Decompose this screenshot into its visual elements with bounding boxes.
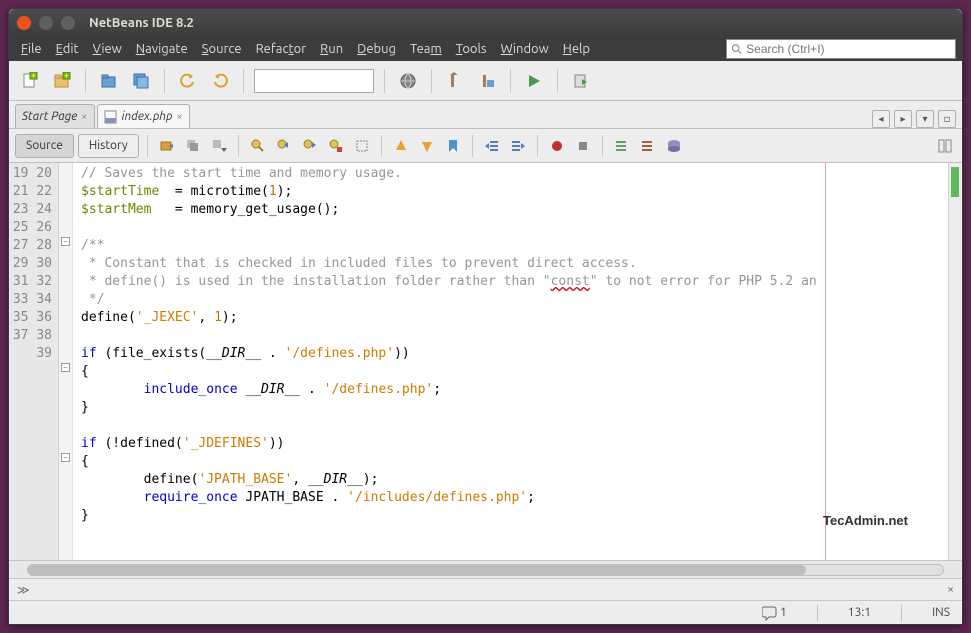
menu-debug[interactable]: Debug <box>351 40 402 58</box>
close-icon[interactable] <box>17 16 31 30</box>
prev-bookmark-button[interactable] <box>390 135 412 157</box>
code-editor[interactable]: // Saves the start time and memory usage… <box>73 163 948 560</box>
scrollbar-thumb[interactable] <box>28 565 806 575</box>
undo-button[interactable] <box>175 68 201 94</box>
toggle-bookmark-button[interactable] <box>442 135 464 157</box>
search-icon <box>731 43 742 55</box>
tab-start-page[interactable]: Start Page × <box>15 104 95 128</box>
tab-list-button[interactable]: ▾ <box>916 110 934 128</box>
svg-text:+: + <box>64 72 69 80</box>
macro-record-button[interactable] <box>546 135 568 157</box>
next-bookmark-button[interactable] <box>416 135 438 157</box>
menu-view[interactable]: View <box>87 40 128 58</box>
new-project-button[interactable]: + <box>49 68 75 94</box>
fold-toggle-icon[interactable]: − <box>61 453 70 462</box>
new-file-button[interactable]: + <box>17 68 43 94</box>
macro-stop-button[interactable] <box>572 135 594 157</box>
tab-nav: ◂ ▸ ▾ ▫ <box>872 110 956 128</box>
uncomment-button[interactable] <box>637 135 659 157</box>
menu-file[interactable]: File <box>15 40 48 58</box>
margin-line <box>825 163 826 560</box>
maximize-icon[interactable] <box>61 16 75 30</box>
overview-ruler[interactable] <box>948 163 962 560</box>
toggle-highlight-button[interactable] <box>325 135 347 157</box>
find-selection-button[interactable] <box>247 135 269 157</box>
editor-tabs: Start Page × index.php × ◂ ▸ ▾ ▫ <box>9 101 962 129</box>
debug-button[interactable] <box>568 68 594 94</box>
run-button[interactable] <box>521 68 547 94</box>
tab-label: Start Page <box>22 110 77 123</box>
fold-toggle-icon[interactable]: − <box>61 363 70 372</box>
tab-next-button[interactable]: ▸ <box>894 110 912 128</box>
tab-maximize-button[interactable]: ▫ <box>938 110 956 128</box>
menu-help[interactable]: Help <box>557 40 596 58</box>
search-box[interactable] <box>726 39 956 59</box>
app-window: NetBeans IDE 8.2 File Edit View Navigate… <box>8 8 963 625</box>
find-prev-button[interactable] <box>273 135 295 157</box>
menu-refactor[interactable]: Refactor <box>250 40 313 58</box>
insert-mode[interactable]: INS <box>932 606 950 619</box>
redo-button[interactable] <box>207 68 233 94</box>
config-dropdown[interactable] <box>254 69 374 93</box>
nav-forward-button[interactable] <box>182 135 204 157</box>
source-view-button[interactable]: Source <box>15 134 74 158</box>
statusbar: 1 13:1 INS <box>9 600 962 624</box>
change-marker <box>951 167 959 197</box>
build-button[interactable] <box>442 68 468 94</box>
find-next-button[interactable] <box>299 135 321 157</box>
line-gutter[interactable]: 19 20 21 22 23 24 25 26 27 28 29 30 31 3… <box>9 163 59 560</box>
menu-navigate[interactable]: Navigate <box>130 40 194 58</box>
php-file-icon <box>104 110 118 124</box>
go-to-type-button[interactable] <box>663 135 685 157</box>
menu-team[interactable]: Team <box>404 40 448 58</box>
fold-gutter[interactable]: − − − <box>59 163 73 560</box>
notification-icon[interactable]: 1 <box>762 605 787 621</box>
close-icon[interactable]: × <box>947 583 954 596</box>
menu-edit[interactable]: Edit <box>50 40 85 58</box>
titlebar[interactable]: NetBeans IDE 8.2 <box>9 9 962 37</box>
search-input[interactable] <box>746 42 951 56</box>
menu-run[interactable]: Run <box>314 40 349 58</box>
minimize-icon[interactable] <box>39 16 53 30</box>
fold-toggle-icon[interactable]: − <box>61 237 70 246</box>
breadcrumb-icon: ≫ <box>17 583 30 597</box>
nav-back-button[interactable] <box>156 135 178 157</box>
tab-prev-button[interactable]: ◂ <box>872 110 890 128</box>
toggle-rectangular-button[interactable] <box>351 135 373 157</box>
menubar: File Edit View Navigate Source Refactor … <box>9 37 962 61</box>
clean-build-button[interactable] <box>474 68 500 94</box>
horizontal-scrollbar[interactable] <box>9 560 962 578</box>
tab-label: index.php <box>122 110 173 123</box>
watermark: TecAdmin.net <box>823 512 908 530</box>
svg-text:+: + <box>31 72 36 80</box>
split-button[interactable] <box>934 135 956 157</box>
breadcrumb-bar[interactable]: ≫ × <box>9 578 962 600</box>
menu-tools[interactable]: Tools <box>450 40 493 58</box>
editor-toolbar: Source History <box>9 129 962 163</box>
close-icon[interactable]: × <box>81 111 87 123</box>
open-project-button[interactable] <box>96 68 122 94</box>
comment-button[interactable] <box>611 135 633 157</box>
menu-source[interactable]: Source <box>196 40 248 58</box>
nav-dropdown-button[interactable] <box>208 135 230 157</box>
shift-right-button[interactable] <box>507 135 529 157</box>
close-icon[interactable]: × <box>176 111 182 123</box>
shift-left-button[interactable] <box>481 135 503 157</box>
cursor-position[interactable]: 13:1 <box>848 606 871 619</box>
window-title: NetBeans IDE 8.2 <box>89 16 194 30</box>
history-view-button[interactable]: History <box>78 134 139 158</box>
menu-window[interactable]: Window <box>495 40 555 58</box>
browser-button[interactable] <box>395 68 421 94</box>
main-toolbar: + + <box>9 61 962 101</box>
editor-area: 19 20 21 22 23 24 25 26 27 28 29 30 31 3… <box>9 163 962 560</box>
save-all-button[interactable] <box>128 68 154 94</box>
tab-index-php[interactable]: index.php × <box>97 104 190 128</box>
